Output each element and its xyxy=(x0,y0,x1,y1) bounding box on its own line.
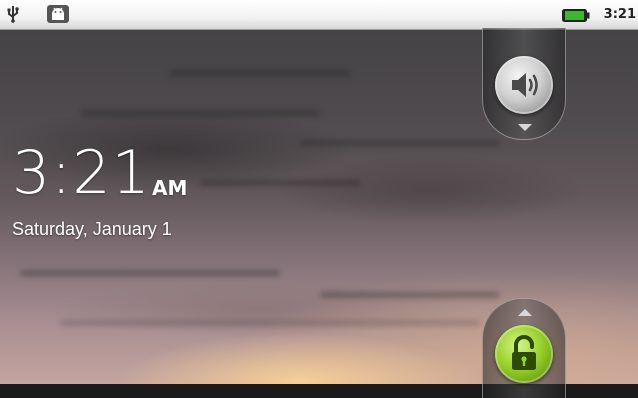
android-icon xyxy=(47,5,69,23)
battery-icon xyxy=(562,9,590,22)
unlock-button[interactable] xyxy=(495,325,553,383)
lockscreen-date: Saturday, January 1 xyxy=(12,219,172,239)
unlock-icon xyxy=(512,335,536,370)
lockscreen-time: 3:21 xyxy=(12,138,151,208)
usb-icon xyxy=(7,6,19,23)
slide-up-arrow-icon xyxy=(518,309,532,316)
speaker-icon xyxy=(512,73,538,97)
status-bar: 3:21 xyxy=(0,0,638,30)
status-bar-clock: 3:21 xyxy=(603,7,636,22)
sound-toggle-button[interactable] xyxy=(495,56,553,114)
lockscreen-ampm: AM xyxy=(152,176,188,200)
sound-toggle-slider[interactable] xyxy=(482,28,566,140)
unlock-slider[interactable] xyxy=(482,298,566,398)
slide-down-arrow-icon xyxy=(518,124,532,131)
